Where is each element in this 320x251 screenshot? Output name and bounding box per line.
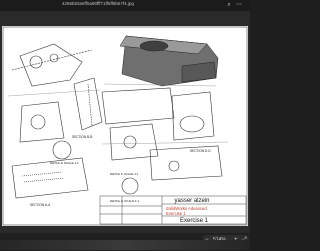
section-bb-label: SECTION B-B bbox=[72, 135, 92, 139]
image-viewer[interactable]: SECTION B-B SECTION D-D SECTION A-A DETA… bbox=[0, 11, 250, 251]
title-block-author: yasser alzein bbox=[174, 198, 209, 204]
detail-f-label: DETAIL F SCALE 1:1 bbox=[110, 172, 139, 176]
detail-e-label: DETAIL E SCALE 1:1 bbox=[50, 161, 79, 165]
section-aa-label: SECTION A-A bbox=[30, 203, 51, 207]
more-icon[interactable]: ⋯ bbox=[236, 2, 242, 8]
drawing-canvas: SECTION B-B SECTION D-D SECTION A-A DETA… bbox=[2, 26, 248, 226]
top-view bbox=[11, 43, 93, 87]
window-titlebar: 4286b83a6ff5a90fff71ff6ff9b67f4.jpg ⌕ ⋯ bbox=[0, 0, 250, 11]
isometric-part bbox=[119, 35, 219, 87]
section-dd-label: SECTION D-D bbox=[190, 149, 211, 153]
zoom-icon[interactable]: ⌕ bbox=[226, 2, 232, 8]
window-title: 4286b83a6ff5a90fff71ff6ff9b67f4.jpg bbox=[62, 1, 134, 6]
detail-g-label: DETAIL G SCALE 1:1 bbox=[110, 199, 139, 203]
side-views bbox=[19, 77, 103, 143]
title-block-exercise-sub: Exercise 1 bbox=[166, 211, 186, 216]
engineering-drawing-sheet: SECTION B-B SECTION D-D SECTION A-A DETA… bbox=[2, 26, 248, 226]
title-block-exercise-main: Exercise 1 bbox=[180, 218, 209, 224]
taskbar bbox=[0, 240, 250, 250]
